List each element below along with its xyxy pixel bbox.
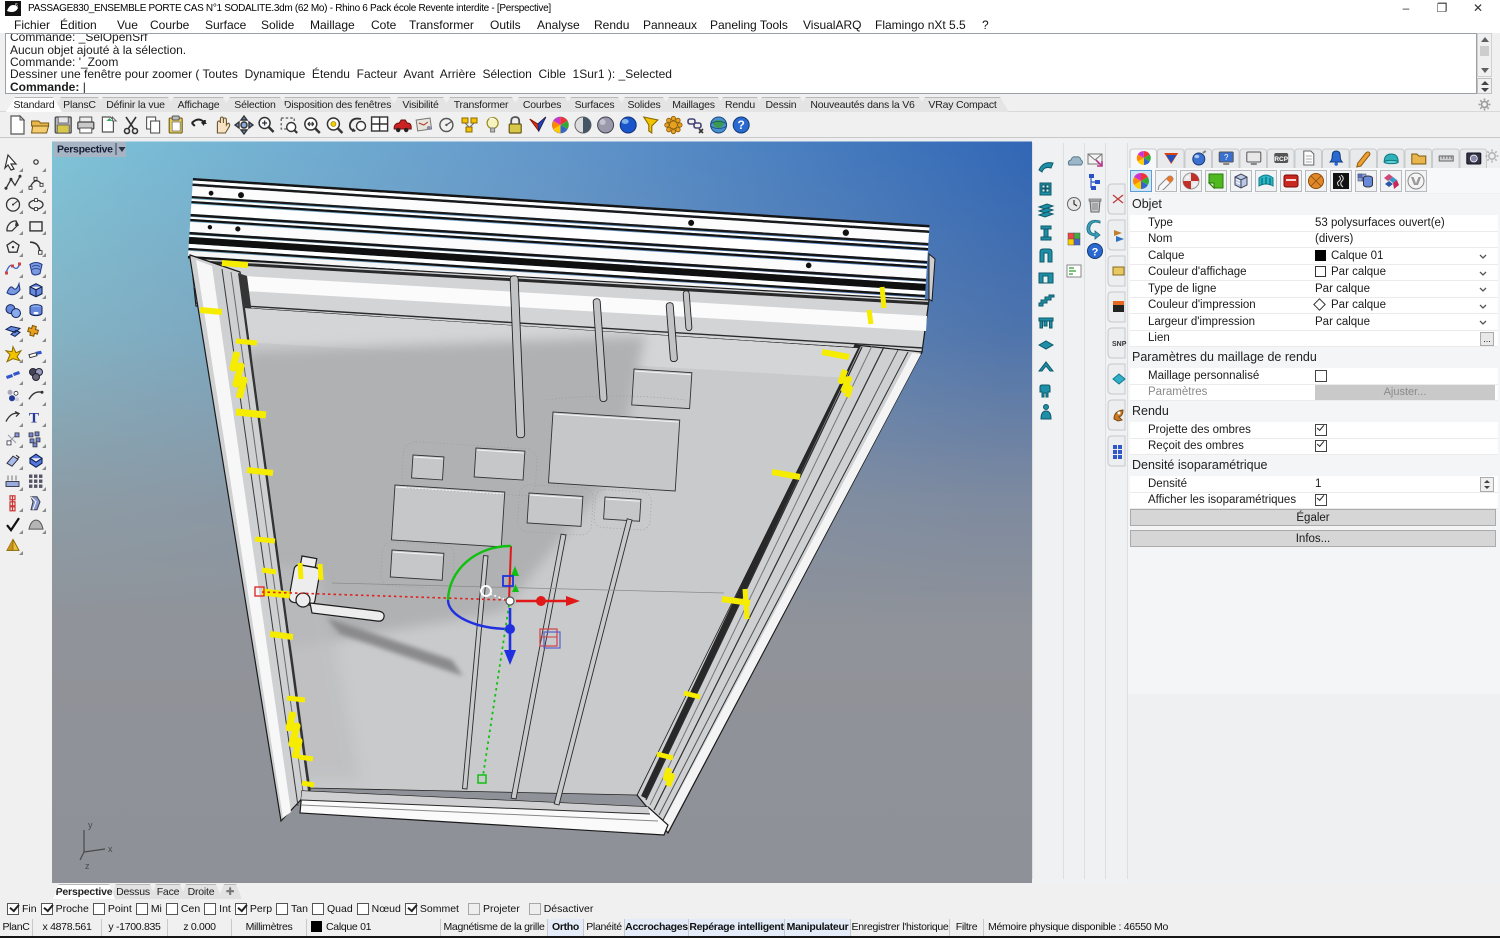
svg-text:6: 6	[15, 3, 18, 9]
svg-text:Perspective: Perspective	[57, 144, 113, 156]
svg-text:?: ?	[1224, 153, 1229, 162]
svg-text:y: y	[88, 820, 93, 830]
svg-text:z: z	[85, 861, 90, 871]
svg-text:SNP: SNP	[1112, 341, 1127, 348]
svg-text:?: ?	[738, 118, 745, 132]
svg-text:?: ?	[1092, 247, 1099, 259]
svg-text:T: T	[29, 411, 39, 427]
svg-text:RCP: RCP	[1274, 156, 1288, 163]
svg-text:x: x	[108, 844, 113, 854]
